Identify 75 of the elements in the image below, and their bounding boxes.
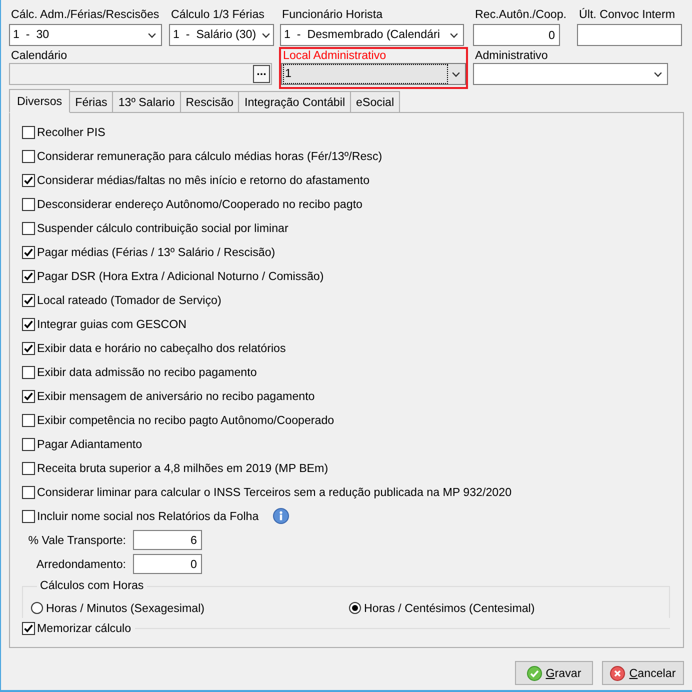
checkbox[interactable] <box>22 622 35 634</box>
tab[interactable]: eSocial <box>350 91 400 113</box>
dropdown-field[interactable]: 1 - 30 <box>9 24 162 46</box>
chevron-down-icon <box>148 32 156 38</box>
chevron-down-icon <box>262 32 270 38</box>
checkbox-label: Exibir data admissão no recibo pagamento <box>37 364 257 380</box>
checkbox[interactable] <box>22 510 35 522</box>
field-label: Arredondamento: <box>36 556 126 572</box>
chevron-down-icon <box>654 72 662 76</box>
dropdown-field[interactable]: 1 - Salário (30) <box>169 24 274 46</box>
chevron-down-icon <box>450 32 458 38</box>
checkbox[interactable] <box>22 150 35 162</box>
tab[interactable]: Férias <box>69 91 114 113</box>
x-circle-icon <box>610 666 626 680</box>
checkbox[interactable] <box>22 438 35 450</box>
checkbox[interactable] <box>22 270 35 282</box>
checkbox-label: Integrar guias com GESCON <box>37 316 186 332</box>
number-input[interactable]: 0 <box>473 24 560 46</box>
field-label: Calendário <box>10 49 68 63</box>
checkbox-label: Considerar remuneração para cálculo médias horas (Fér/13º/Resc) <box>37 148 382 164</box>
chevron-down-icon <box>452 72 460 76</box>
tab[interactable]: Integração Contábil <box>238 91 352 113</box>
checkbox[interactable] <box>22 366 35 378</box>
text-input[interactable] <box>577 24 682 46</box>
number-input[interactable]: 6 <box>133 530 202 550</box>
checkbox[interactable] <box>22 318 35 330</box>
field-label: Cálc. Adm./Férias/Rescisões <box>10 7 160 22</box>
radio-button[interactable] <box>31 602 43 614</box>
checkbox-label: Pagar DSR (Hora Extra / Adicional Noturno / Comissão) <box>37 268 324 284</box>
radio-label: Horas / Minutos (Sexagesimal) <box>46 600 205 616</box>
field-label: Cálculo 1/3 Férias <box>170 7 264 22</box>
tab[interactable]: Rescisão <box>180 91 240 113</box>
checkbox[interactable] <box>22 174 35 186</box>
checkbox-label: Incluir nome social nos Relatórios da Folha <box>37 508 259 524</box>
tab[interactable]: 13º Salario <box>112 91 181 113</box>
checkbox-label: Desconsiderar endereço Autônomo/Cooperado no recibo pagto <box>37 196 362 212</box>
checkbox[interactable] <box>22 390 35 402</box>
dropdown-field[interactable]: 1 - Desmembrado (Calendári <box>280 24 464 46</box>
checkbox[interactable] <box>22 462 35 474</box>
checkbox-label: Local rateado (Tomador de Serviço) <box>37 292 222 308</box>
checkbox[interactable] <box>22 414 35 426</box>
checkbox-label: Exibir mensagem de aniversário no recibo pagamento <box>37 388 315 404</box>
field-label: Rec.Autôn./Coop. <box>474 7 567 22</box>
field-label: Local Administrativo <box>282 49 386 63</box>
check-circle-icon <box>526 666 542 680</box>
field-label: Últ. Convoc Interm <box>578 7 675 22</box>
checkbox-label: Memorizar cálculo <box>37 620 132 636</box>
checkbox[interactable] <box>22 198 35 210</box>
checkbox[interactable] <box>22 294 35 306</box>
checkbox[interactable] <box>22 246 35 258</box>
group-title: Cálculos com Horas <box>39 579 145 593</box>
checkbox[interactable] <box>22 126 35 138</box>
field-label: Funcionário Horista <box>281 7 383 22</box>
checkbox-label: Suspender cálculo contribuição social por liminar <box>37 220 288 236</box>
radio-button[interactable] <box>349 602 361 614</box>
dropdown-field[interactable]: 1 <box>281 63 466 85</box>
tab[interactable]: Diversos <box>9 89 70 113</box>
checkbox-label: Exibir data e horário no cabeçalho dos relatórios <box>37 340 286 356</box>
dropdown-field[interactable] <box>473 63 668 85</box>
checkbox-label: Recolher PIS <box>37 124 106 140</box>
field-label: % Vale Transporte: <box>28 532 126 548</box>
checkbox-label: Pagar Adiantamento <box>37 436 142 452</box>
checkbox-label: Receita bruta superior a 4,8 milhões em 2019 (MP BEm) <box>37 460 328 476</box>
checkbox-label: Considerar médias/faltas no mês início e retorno do afastamento <box>37 172 370 188</box>
checkbox[interactable] <box>22 486 35 498</box>
save-button[interactable]: Gravar <box>515 661 593 685</box>
field-label: Administrativo <box>474 49 548 63</box>
cancel-button[interactable]: Cancelar <box>602 661 684 685</box>
checkbox[interactable] <box>22 342 35 354</box>
checkbox-label: Exibir competência no recibo pagto Autônomo/Cooperado <box>37 412 334 428</box>
checkbox-label: Pagar médias (Férias / 13º Salário / Rescisão) <box>37 244 276 260</box>
checkbox[interactable] <box>22 222 35 234</box>
checkbox-label: Considerar liminar para calcular o INSS Terceiros sem a redução publicada na MP 932/2020 <box>37 484 512 500</box>
radio-label: Horas / Centésimos (Centesimal) <box>364 600 535 616</box>
number-input[interactable]: 0 <box>133 554 202 574</box>
